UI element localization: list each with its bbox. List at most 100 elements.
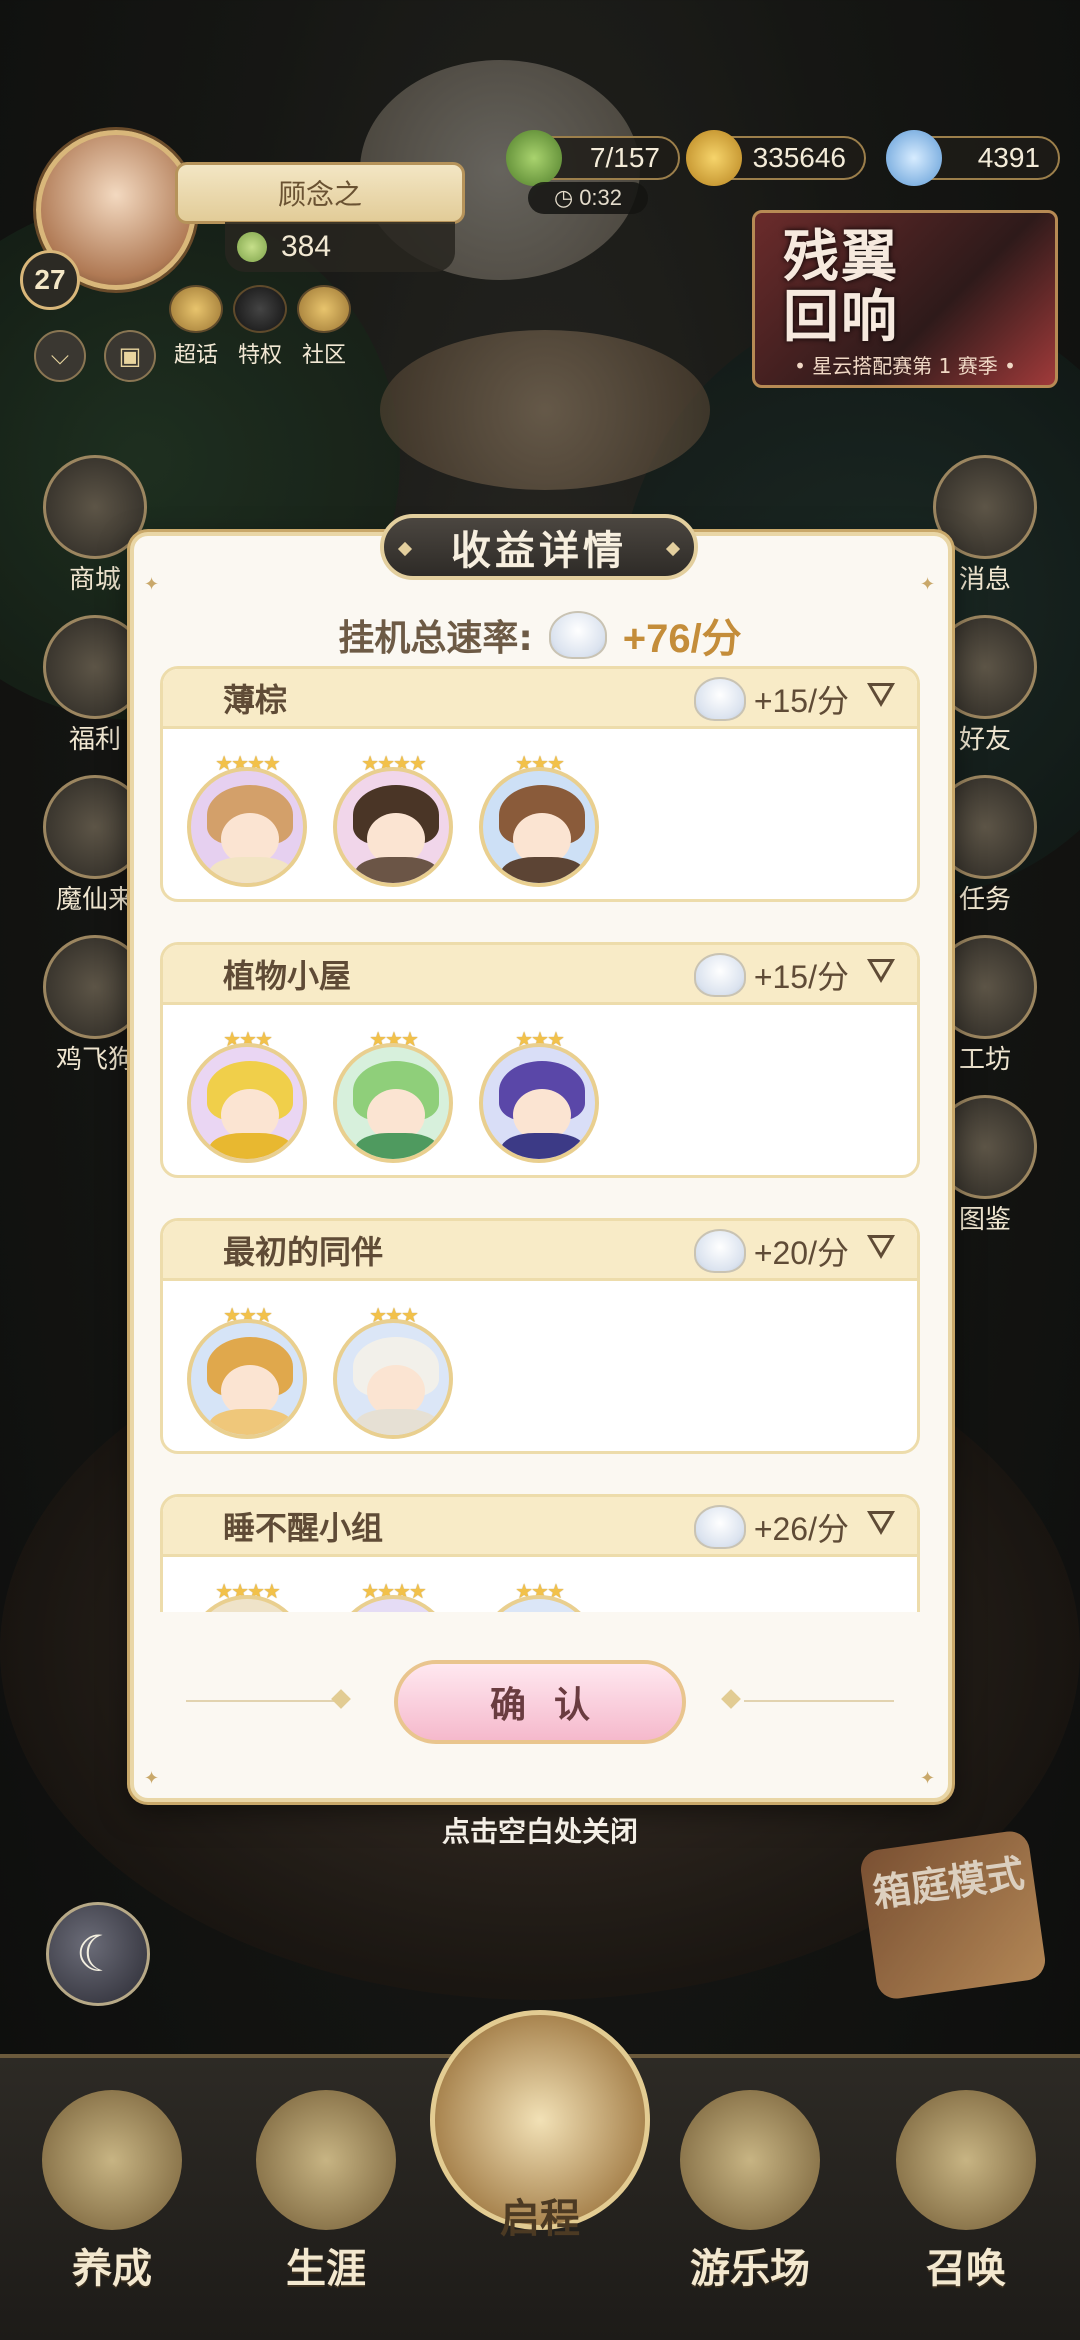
member-portrait[interactable]: ★★★★ (331, 753, 455, 887)
shell-icon (693, 677, 746, 721)
corner-ornament: ✦ (144, 1768, 160, 1789)
team-group-header[interactable]: 薄棕 +15/分 (163, 669, 917, 729)
chevron-down-icon[interactable] (867, 1235, 895, 1259)
team-name: 薄棕 (223, 680, 288, 719)
clover-counter: 384 (225, 222, 455, 272)
team-group-header[interactable]: 睡不醒小组 +26/分 (163, 1497, 917, 1557)
team-name: 最初的同伴 (223, 1232, 384, 1271)
member-portrait[interactable]: ★★★ (477, 1581, 601, 1612)
timer-value: 0:32 (579, 185, 623, 210)
chevron-down-icon[interactable] (867, 1511, 895, 1535)
chevron-down-icon[interactable] (867, 959, 895, 983)
team-list[interactable]: 薄棕 +15/分 ★★★★ ★★★★ ★★★ 植物小屋 +15/分 ★★★ ★★… (160, 662, 920, 1612)
member-portrait[interactable]: ★★★ (185, 1305, 309, 1439)
team-rate: +26/分 (693, 1497, 849, 1557)
nav-label-start: 启程 (500, 2196, 580, 2242)
card-star-icon (896, 2090, 1036, 2230)
nav-item-career[interactable]: 生涯 (226, 2090, 426, 2294)
divider-line (186, 1700, 336, 1702)
clock-icon: ◷ (553, 185, 574, 210)
bird-icon[interactable]: ⌵ (34, 330, 86, 382)
stamina-pill[interactable]: 7/157 (506, 130, 680, 186)
chevron-down-icon[interactable] (867, 683, 895, 707)
team-group: 睡不醒小组 +26/分 ★★★★ ★★★★ ★★★ (160, 1494, 920, 1612)
side-button-label: 图鉴 (958, 1205, 1011, 1235)
gift-icon[interactable]: ▣ (104, 330, 156, 382)
diamond-icon (169, 285, 223, 333)
team-group-header[interactable]: 最初的同伴 +20/分 (163, 1221, 917, 1281)
shortcut-label: 社区 (301, 343, 346, 368)
team-rate-value: +15/分 (753, 683, 849, 719)
total-rate-label: 挂机总速率: (338, 618, 533, 659)
star-badge-icon (680, 2090, 820, 2230)
event-banner[interactable]: 残翼回响 • 星云搭配赛第 1 赛季 • (752, 210, 1058, 388)
total-rate-value: +76/分 (622, 617, 742, 661)
divider-line (744, 1700, 894, 1702)
nav-label: 召唤 (926, 2246, 1006, 2292)
clover-count: 384 (281, 230, 332, 263)
gem-pill[interactable]: 4391 (886, 130, 1060, 186)
side-button-label: 工坊 (958, 1045, 1011, 1075)
team-name: 睡不醒小组 (223, 1508, 384, 1547)
team-name: 植物小屋 (223, 956, 352, 995)
moon-crystal-icon[interactable]: ☾ (46, 1902, 150, 2006)
player-level-badge: 27 (20, 250, 80, 310)
corner-ornament: ✦ (144, 574, 160, 595)
member-portrait[interactable]: ★★★★ (331, 1581, 455, 1612)
member-portrait[interactable]: ★★★ (185, 1029, 309, 1163)
team-rate: +15/分 (693, 945, 849, 1005)
team-rate-value: +26/分 (753, 1511, 849, 1547)
nav-label: 生涯 (286, 2246, 366, 2292)
shell-icon (693, 953, 746, 997)
team-group: 最初的同伴 +20/分 ★★★ ★★★ (160, 1218, 920, 1454)
side-button-label: 魔仙来 (55, 885, 134, 915)
side-button-label: 消息 (958, 565, 1011, 595)
coin-pill[interactable]: 335646 (686, 130, 866, 186)
crystal-icon (886, 130, 942, 186)
side-button-label: 福利 (68, 725, 121, 755)
clover-icon (237, 232, 267, 262)
team-rate-value: +20/分 (753, 1235, 849, 1271)
banner-title: 残翼回响 (783, 224, 899, 350)
side-button-label: 商城 (68, 565, 121, 595)
crown-icon (256, 2090, 396, 2230)
shortcut-tequan[interactable]: 特权 (228, 285, 292, 369)
stamina-timer: ◷ 0:32 (528, 182, 648, 214)
garden-mode-button[interactable]: 箱庭模式 (858, 1828, 1048, 2002)
stamina-value: 7/157 (589, 142, 660, 173)
team-rate: +15/分 (693, 669, 849, 729)
coin-value: 335646 (752, 142, 846, 173)
team-group-header[interactable]: 植物小屋 +15/分 (163, 945, 917, 1005)
shell-icon (548, 611, 607, 659)
member-portrait[interactable]: ★★★ (331, 1029, 455, 1163)
nav-label: 游乐场 (690, 2246, 810, 2292)
shortcut-label: 超话 (173, 343, 218, 368)
nav-item-cultivate[interactable]: 养成 (12, 2090, 212, 2294)
side-button-label: 鸡飞狗 (55, 1045, 134, 1075)
nav-item-playground[interactable]: 游乐场 (650, 2090, 850, 2294)
shell-icon (693, 1505, 746, 1549)
clover-stamina-icon (506, 130, 562, 186)
team-group: 薄棕 +15/分 ★★★★ ★★★★ ★★★ (160, 666, 920, 902)
member-portrait[interactable]: ★★★ (331, 1305, 455, 1439)
member-portrait[interactable]: ★★★ (477, 1029, 601, 1163)
dialog-title: 收益详情 (380, 514, 698, 580)
qq-penguin-icon (233, 285, 287, 333)
mask-icon (297, 285, 351, 333)
nav-label: 养成 (72, 2246, 152, 2292)
side-button-label: 任务 (958, 885, 1011, 915)
member-portrait[interactable]: ★★★★ (185, 1581, 309, 1612)
total-rate-row: 挂机总速率: +76/分 (0, 606, 1080, 664)
member-portrait[interactable]: ★★★★ (185, 753, 309, 887)
team-rate: +20/分 (693, 1221, 849, 1281)
nav-item-summon[interactable]: 召唤 (866, 2090, 1066, 2294)
shortcut-chaohua[interactable]: 超话 (164, 285, 228, 369)
team-rate-value: +15/分 (753, 959, 849, 995)
character-icon (42, 2090, 182, 2230)
member-portrait[interactable]: ★★★ (477, 753, 601, 887)
confirm-button[interactable]: 确认 (394, 1660, 686, 1744)
team-group: 植物小屋 +15/分 ★★★ ★★★ ★★★ (160, 942, 920, 1178)
shortcut-shequ[interactable]: 社区 (292, 285, 356, 369)
shell-icon (693, 1229, 746, 1273)
shortcut-label: 特权 (237, 343, 282, 368)
